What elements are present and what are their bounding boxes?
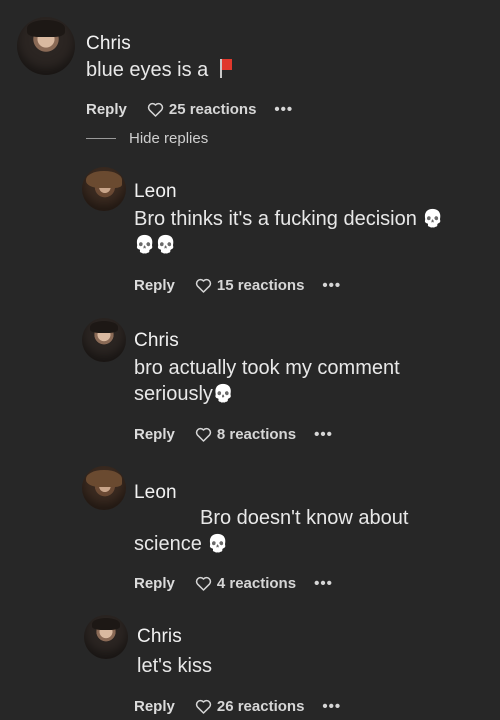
reply-button[interactable]: Reply <box>134 277 175 294</box>
skull-emoji-icon: 💀 <box>207 534 229 553</box>
reactions-button[interactable]: 15 reactions <box>195 277 305 294</box>
comment-actions: Reply 26 reactions ••• <box>134 698 341 715</box>
comment-text-line: Bro thinks it's a fucking decision <box>134 208 417 230</box>
avatar[interactable] <box>84 615 128 659</box>
more-options-button[interactable]: ••• <box>322 698 341 715</box>
avatar-hair <box>89 320 119 333</box>
skull-emoji-icon: 💀 <box>155 235 177 254</box>
comment-text-line: science <box>134 533 202 555</box>
avatar-hair <box>27 20 65 37</box>
avatar[interactable] <box>82 167 126 211</box>
more-options-button[interactable]: ••• <box>314 426 333 443</box>
more-options-button[interactable]: ••• <box>314 575 333 592</box>
reactions-count: 15 reactions <box>216 277 305 294</box>
comment-actions: Reply 25 reactions ••• <box>86 101 293 118</box>
reactions-button[interactable]: 26 reactions <box>195 698 305 715</box>
heart-outline-icon <box>195 699 212 714</box>
reactions-button[interactable]: 25 reactions <box>147 101 257 118</box>
divider-line <box>86 138 116 139</box>
comment-actions: Reply 4 reactions ••• <box>134 575 333 592</box>
avatar[interactable] <box>82 318 126 362</box>
hide-replies-label: Hide replies <box>129 130 209 147</box>
skull-emoji-icon: 💀 <box>212 384 235 403</box>
reactions-button[interactable]: 4 reactions <box>195 575 296 592</box>
avatar-hair <box>86 170 122 189</box>
skull-emoji-icon: 💀 <box>134 235 156 254</box>
hide-replies-toggle[interactable]: Hide replies <box>86 130 208 147</box>
reply-button[interactable]: Reply <box>134 698 175 715</box>
reactions-button[interactable]: 8 reactions <box>195 426 296 443</box>
comment-author[interactable]: Leon <box>134 181 177 203</box>
reactions-count: 26 reactions <box>216 698 305 715</box>
comment-actions: Reply 8 reactions ••• <box>134 426 333 443</box>
reactions-count: 25 reactions <box>168 101 257 118</box>
reply-button[interactable]: Reply <box>134 575 175 592</box>
heart-outline-icon <box>195 427 212 442</box>
more-options-button[interactable]: ••• <box>322 277 341 294</box>
reactions-count: 8 reactions <box>216 426 297 443</box>
avatar-hair <box>86 469 122 488</box>
avatar[interactable] <box>82 466 126 510</box>
skull-emoji-icon: 💀 <box>422 209 444 228</box>
red-flag-icon <box>218 58 236 78</box>
comment-author[interactable]: Chris <box>137 626 182 648</box>
reactions-count: 4 reactions <box>216 575 297 592</box>
comment-text-line: Bro doesn't know about <box>200 507 409 529</box>
comment-author[interactable]: Chris <box>134 330 179 352</box>
reply-button[interactable]: Reply <box>86 101 127 118</box>
heart-outline-icon <box>195 278 212 293</box>
avatar[interactable] <box>17 17 75 75</box>
comment-text: Bro thinks it's a fucking decision 💀 💀💀 <box>134 206 444 258</box>
comment-text-line: seriously <box>134 383 213 405</box>
heart-outline-icon <box>147 102 164 117</box>
comment-actions: Reply 15 reactions ••• <box>134 277 341 294</box>
comment-author[interactable]: Leon <box>134 482 177 504</box>
comment-text-line: blue eyes is a <box>86 59 209 81</box>
comment-text: bro actually took my comment seriously💀 <box>134 355 400 407</box>
comment-text-line: bro actually took my comment <box>134 357 400 379</box>
avatar-hair <box>91 617 121 630</box>
comment-text: blue eyes is a <box>86 57 236 83</box>
comment-text: let's kiss <box>137 653 212 679</box>
comment-text: Bro doesn't know about science 💀 <box>134 505 408 557</box>
reply-button[interactable]: Reply <box>134 426 175 443</box>
more-options-button[interactable]: ••• <box>274 101 293 118</box>
comment-text-line: let's kiss <box>137 655 212 677</box>
comment-author[interactable]: Chris <box>86 33 131 55</box>
heart-outline-icon <box>195 576 212 591</box>
